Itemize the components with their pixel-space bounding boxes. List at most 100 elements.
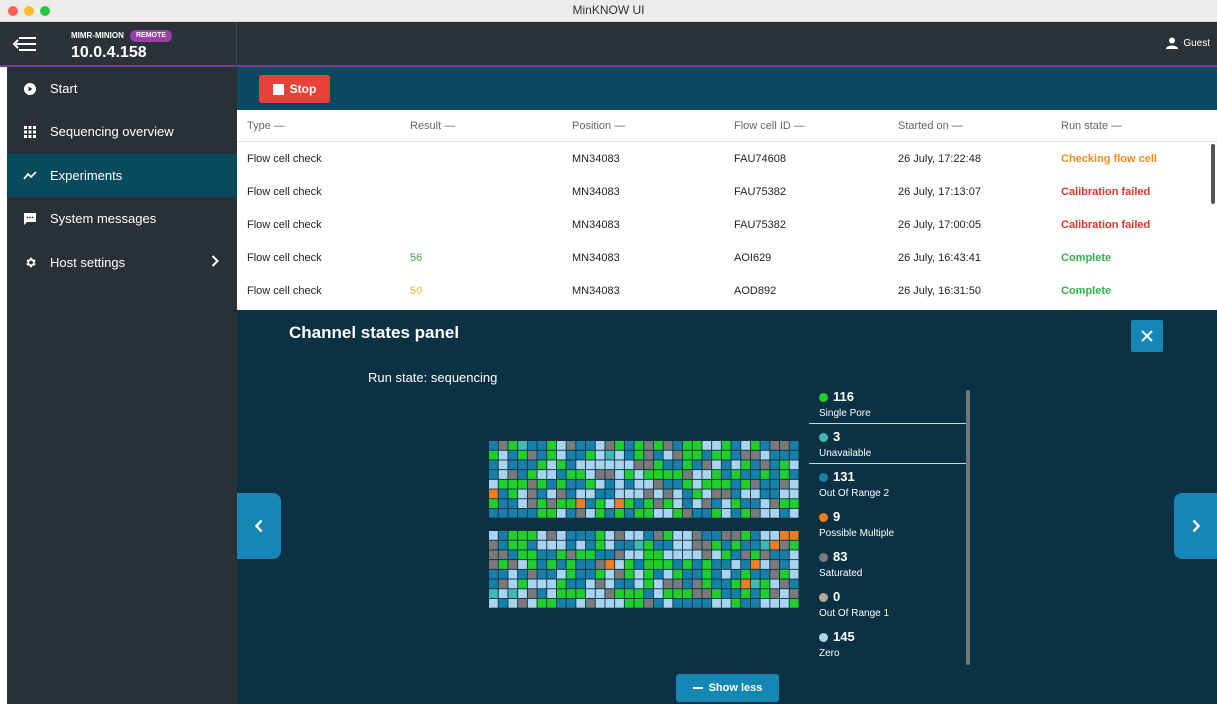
column-header-position[interactable]: Position — xyxy=(572,120,625,132)
grid-icon xyxy=(23,125,37,139)
table-row[interactable]: Flow cell check 50 MN34083 AOD892 26 Jul… xyxy=(237,275,1217,308)
channel-cell xyxy=(556,569,566,579)
channel-cell xyxy=(586,560,595,569)
channel-cell xyxy=(537,450,547,460)
channel-cell xyxy=(556,579,566,589)
channel-cell xyxy=(653,450,663,460)
sidebar-item-sequencing-overview[interactable]: Sequencing overview xyxy=(7,110,237,153)
channel-cell xyxy=(566,531,576,540)
column-header-run-state[interactable]: Run state — xyxy=(1061,120,1122,132)
channel-cell xyxy=(673,550,683,560)
table-row[interactable]: Flow cell check MN34083 FAU75382 26 July… xyxy=(237,176,1217,209)
channel-cell xyxy=(518,598,527,608)
column-header-started-on[interactable]: Started on — xyxy=(898,120,963,132)
close-panel-button[interactable] xyxy=(1131,320,1163,352)
channel-cell xyxy=(547,579,556,589)
channel-cell xyxy=(712,508,721,518)
stop-button[interactable]: Stop xyxy=(259,75,330,103)
channel-cell xyxy=(663,441,673,450)
show-less-button[interactable]: Show less xyxy=(676,674,779,702)
cell-run-state: Calibration failed xyxy=(1061,186,1151,198)
sidebar-item-label: Host settings xyxy=(50,255,126,270)
channel-cell xyxy=(731,470,741,479)
channel-cell xyxy=(721,479,731,489)
channel-cell xyxy=(780,441,789,450)
channel-cell xyxy=(634,499,644,508)
collapse-menu-button[interactable] xyxy=(12,32,38,56)
channel-cell xyxy=(663,450,673,460)
channel-cell xyxy=(595,470,605,479)
channel-cell xyxy=(653,560,663,569)
channel-cell xyxy=(634,460,644,470)
channel-cell xyxy=(624,531,634,540)
legend-item-out-of-range-2: 131 Out Of Range 2 xyxy=(809,465,967,505)
channel-cell xyxy=(527,560,537,569)
channel-cell xyxy=(644,470,653,479)
previous-button[interactable] xyxy=(237,493,281,559)
channel-cell xyxy=(750,598,760,608)
cell-run-state: Complete xyxy=(1061,252,1112,264)
channel-cell xyxy=(527,460,537,470)
channel-cell xyxy=(644,531,653,540)
channel-cell xyxy=(683,531,692,540)
channel-cell xyxy=(644,598,653,608)
channel-cell xyxy=(789,460,799,470)
column-header-type[interactable]: Type — xyxy=(247,120,285,132)
sidebar-item-host-settings[interactable]: Host settings xyxy=(7,241,237,284)
channel-cell xyxy=(760,579,770,589)
legend-item-zero: 145 Zero xyxy=(809,625,967,665)
legend-item-out-of-range-1: 0 Out Of Range 1 xyxy=(809,585,967,625)
column-header-flow-cell-id[interactable]: Flow cell ID — xyxy=(734,120,805,132)
host-name: MIMR-MINION xyxy=(71,31,124,40)
channel-cell xyxy=(566,460,576,470)
channel-cell xyxy=(547,508,556,518)
channel-cell xyxy=(644,540,653,550)
channel-cell xyxy=(489,569,498,579)
chevron-right-icon xyxy=(211,255,219,270)
legend-scrollbar[interactable] xyxy=(966,390,970,665)
channel-cell xyxy=(663,508,673,518)
cell-started-on: 26 July, 17:00:05 xyxy=(898,219,981,231)
channel-cell xyxy=(683,540,692,550)
sidebar-item-start[interactable]: Start xyxy=(7,67,237,110)
channel-cell xyxy=(615,470,624,479)
channel-cell xyxy=(741,470,750,479)
channel-cell xyxy=(789,450,799,460)
channel-cell xyxy=(683,508,692,518)
cell-type: Flow cell check xyxy=(247,153,322,165)
channel-cell xyxy=(683,499,692,508)
sidebar-item-experiments[interactable]: Experiments xyxy=(7,154,237,197)
table-row[interactable]: Flow cell check MN34083 FAU75382 26 July… xyxy=(237,209,1217,242)
channel-cell xyxy=(547,569,556,579)
channel-cell xyxy=(644,441,653,450)
channel-cell xyxy=(605,589,615,598)
channel-cell xyxy=(721,589,731,598)
panel-title: Channel states panel xyxy=(289,323,460,342)
channel-cell xyxy=(789,508,799,518)
channel-cell xyxy=(673,508,683,518)
cell-result: 50 xyxy=(410,285,423,297)
channel-cell xyxy=(518,441,527,450)
channel-cell xyxy=(634,508,644,518)
column-header-result[interactable]: Result — xyxy=(410,120,455,132)
channel-cell xyxy=(702,540,712,550)
legend-label: Unavailable xyxy=(819,448,872,459)
channel-cell xyxy=(547,560,556,569)
table-row[interactable]: Flow cell check MN34083 FAU74608 26 July… xyxy=(237,143,1217,176)
channel-cell xyxy=(547,460,556,470)
channel-cell xyxy=(605,479,615,489)
next-button[interactable] xyxy=(1174,493,1217,559)
table-row[interactable]: Flow cell check 56 MN34083 AOI629 26 Jul… xyxy=(237,242,1217,275)
channel-cell xyxy=(624,450,634,460)
channel-cell xyxy=(576,560,586,569)
channel-cell xyxy=(780,569,789,579)
sidebar-item-system-messages[interactable]: System messages xyxy=(7,197,237,240)
channel-cell xyxy=(615,540,624,550)
channel-cell xyxy=(566,579,576,589)
channel-cell xyxy=(615,579,624,589)
table-scrollbar[interactable] xyxy=(1211,144,1215,204)
channel-cell xyxy=(692,470,702,479)
channel-cell xyxy=(653,441,663,450)
user-menu[interactable]: Guest xyxy=(1165,37,1210,49)
channel-cell xyxy=(760,499,770,508)
